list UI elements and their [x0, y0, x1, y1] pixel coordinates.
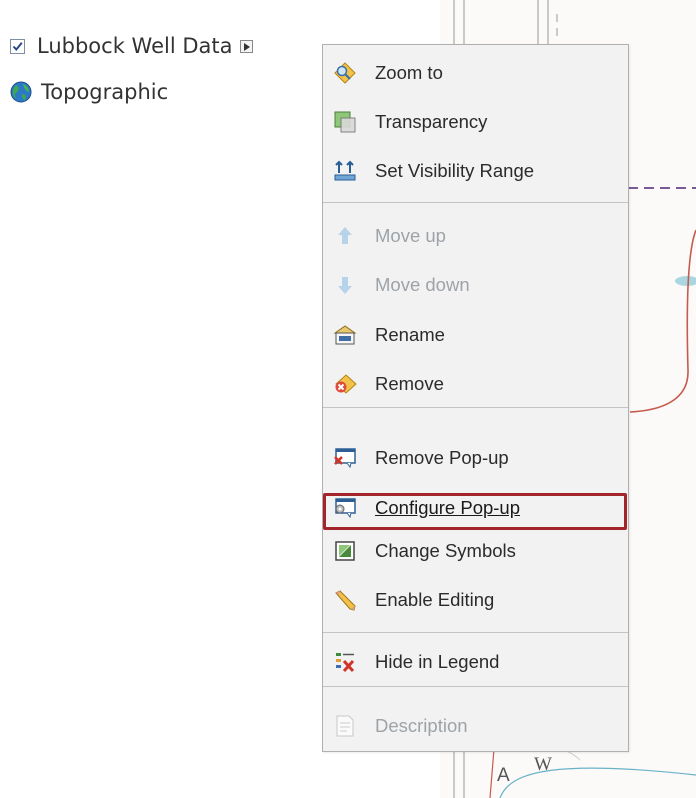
menu-item-zoom-to[interactable]: Zoom to: [333, 56, 443, 90]
menu-item-label: Rename: [375, 324, 445, 345]
layer-name: Lubbock Well Data: [37, 34, 233, 58]
menu-item-label: Set Visibility Range: [375, 160, 535, 181]
menu-item-label: Remove: [375, 373, 444, 394]
menu-item-label: Remove Pop-up: [375, 447, 509, 468]
menu-item-set-visibility-range[interactable]: Set Visibility Range: [333, 154, 534, 188]
hide-legend-icon: [333, 650, 357, 674]
layer-context-menu: Zoom to Transparency Set Visibility Rang…: [322, 44, 629, 752]
checkmark-icon: [12, 41, 23, 51]
menu-item-remove[interactable]: Remove: [333, 367, 444, 401]
transparency-icon: [333, 110, 357, 134]
map-label-w: W: [534, 754, 552, 775]
remove-icon: [333, 372, 357, 396]
description-icon: [333, 714, 357, 738]
menu-separator: [323, 202, 628, 203]
menu-item-label: Change Symbols: [375, 540, 516, 561]
layer-visibility-checkbox[interactable]: [10, 38, 25, 54]
remove-popup-icon: [333, 446, 357, 470]
menu-item-label: Description: [375, 715, 468, 736]
map-label-a: A: [497, 765, 510, 786]
menu-item-label: Hide in Legend: [375, 651, 500, 672]
menu-item-hide-in-legend[interactable]: Hide in Legend: [333, 645, 499, 679]
menu-item-enable-editing[interactable]: Enable Editing: [333, 583, 494, 617]
menu-item-label: Move up: [375, 225, 446, 246]
layer-topographic[interactable]: Topographic: [10, 80, 168, 104]
layer-lubbock-well-data[interactable]: Lubbock Well Data: [10, 34, 254, 58]
menu-item-label: Move down: [375, 274, 470, 295]
layer-options-arrow-icon[interactable]: [240, 39, 254, 53]
menu-item-move-down[interactable]: Move down: [333, 268, 470, 302]
zoom-to-icon: [333, 61, 357, 85]
rename-icon: [333, 323, 357, 347]
menu-item-label: Zoom to: [375, 62, 443, 83]
menu-item-rename[interactable]: Rename: [333, 318, 445, 352]
menu-item-remove-popup[interactable]: Remove Pop-up: [333, 441, 509, 475]
change-symbols-icon: [333, 539, 357, 563]
menu-separator: [323, 632, 628, 633]
visibility-range-icon: [333, 159, 357, 183]
menu-separator: [323, 407, 628, 408]
layer-name: Topographic: [41, 80, 169, 104]
menu-separator: [323, 686, 628, 687]
arrow-down-icon: [333, 273, 357, 297]
menu-item-description[interactable]: Description: [333, 709, 468, 743]
menu-item-move-up[interactable]: Move up: [333, 219, 446, 253]
configure-popup-highlight: [323, 493, 627, 530]
pencil-icon: [333, 588, 357, 612]
menu-item-transparency[interactable]: Transparency: [333, 105, 487, 139]
globe-icon: [10, 81, 32, 103]
menu-item-change-symbols[interactable]: Change Symbols: [333, 534, 516, 568]
arrow-up-icon: [333, 224, 357, 248]
menu-item-label: Transparency: [375, 111, 488, 132]
menu-item-label: Enable Editing: [375, 589, 495, 610]
